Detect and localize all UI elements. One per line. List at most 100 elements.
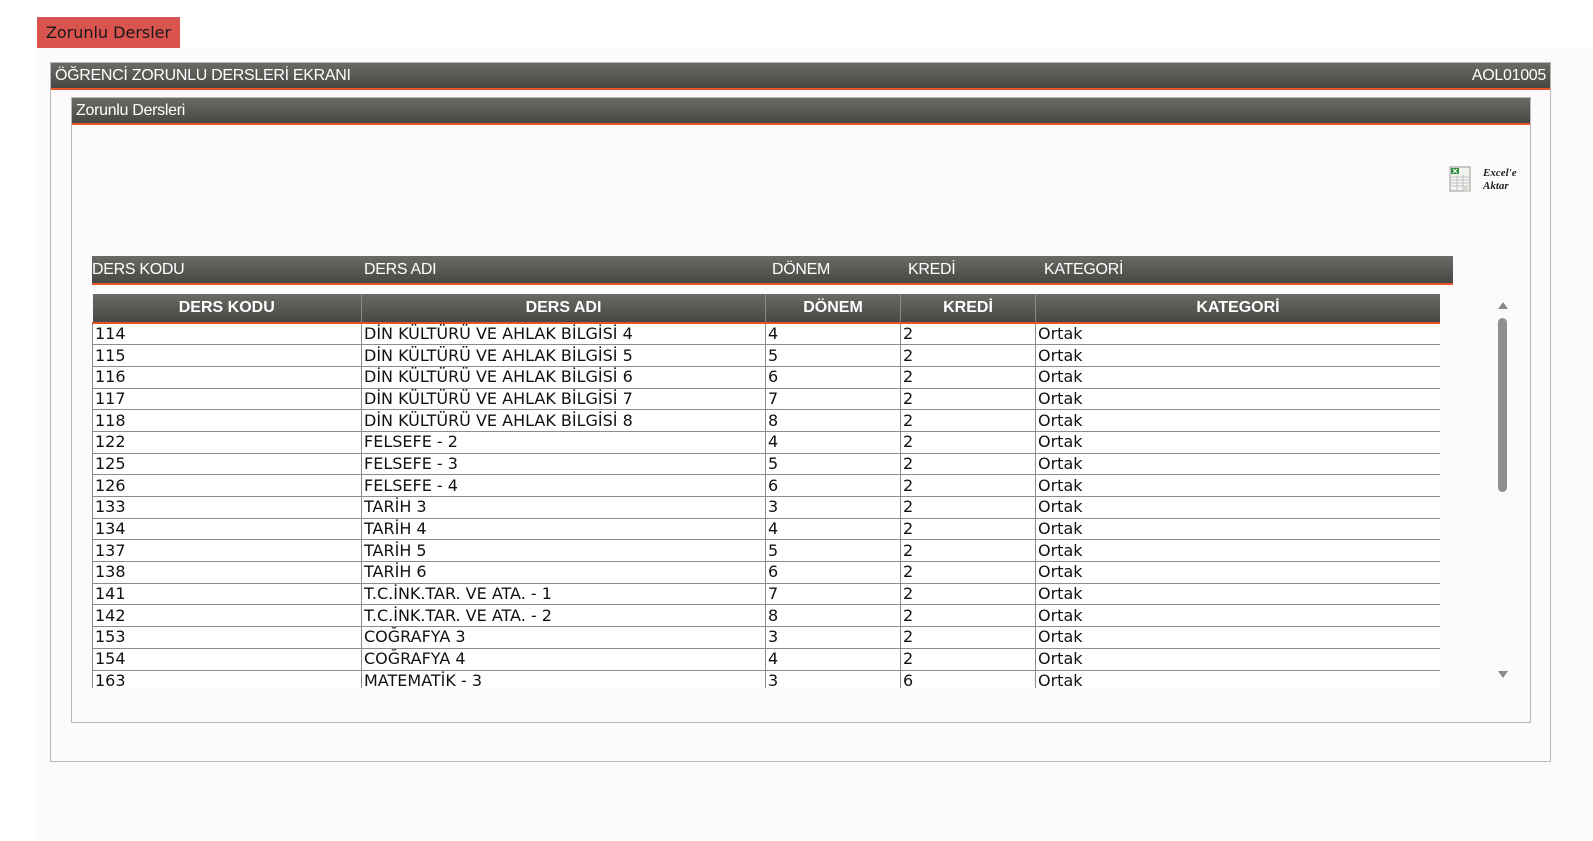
cell-ders-adi: DİN KÜLTÜRÜ VE AHLAK BİLGİSİ 5 (361, 344, 766, 367)
cell-ders-kodu: 133 (92, 496, 362, 519)
cell-ders-kodu: 114 (92, 323, 362, 346)
cell-ders-adi: DİN KÜLTÜRÜ VE AHLAK BİLGİSİ 6 (361, 366, 766, 389)
cell-ders-adi: FELSEFE - 4 (361, 474, 766, 497)
cell-donem: 7 (765, 388, 901, 411)
cell-donem: 3 (765, 626, 901, 649)
cell-kredi: 2 (900, 366, 1036, 389)
cell-ders-adi: TARİH 6 (361, 561, 766, 584)
cell-ders-kodu: 142 (92, 604, 362, 628)
table-row[interactable]: 163 MATEMATİK - 3 3 6 Ortak (92, 670, 1440, 688)
cell-kategori: Ortak (1035, 583, 1440, 606)
cell-kredi: 2 (900, 409, 1036, 432)
cell-kredi: 2 (900, 604, 1036, 628)
zorunlu-dersler-tab[interactable]: Zorunlu Dersler (37, 17, 180, 48)
header-kredi[interactable]: KREDİ (900, 294, 1036, 324)
table-row[interactable]: 114 DİN KÜLTÜRÜ VE AHLAK BİLGİSİ 4 4 2 Ortak (92, 323, 1440, 346)
cell-kredi: 2 (900, 539, 1036, 563)
cell-kategori: Ortak (1035, 604, 1440, 628)
table-row[interactable]: 126 FELSEFE - 4 6 2 Ortak (92, 474, 1440, 497)
grid-scrollbar[interactable] (1492, 296, 1514, 686)
cell-kredi: 2 (900, 583, 1036, 606)
courses-grid: DERS KODU DERS ADI DÖNEM KREDİ KATEGORİ … (92, 294, 1440, 688)
inner-panel-title: Zorunlu Dersleri (76, 102, 186, 119)
inner-panel: Zorunlu Dersleri Excel'e Aktar DERS KODU… (71, 97, 1531, 723)
cell-ders-kodu: 117 (92, 388, 362, 411)
column-bar-ders-kodu[interactable]: DERS KODU (92, 256, 185, 283)
cell-donem: 6 (765, 561, 901, 584)
cell-kredi: 2 (900, 474, 1036, 497)
cell-kredi: 2 (900, 561, 1036, 584)
cell-kredi: 2 (900, 648, 1036, 671)
column-bar-kategori[interactable]: KATEGORİ (1044, 256, 1123, 283)
cell-kategori: Ortak (1035, 388, 1440, 411)
table-row[interactable]: 142 T.C.İNK.TAR. VE ATA. - 2 8 2 Ortak (92, 604, 1440, 628)
cell-kategori: Ortak (1035, 366, 1440, 389)
cell-kredi: 2 (900, 323, 1036, 346)
header-ders-kodu[interactable]: DERS KODU (92, 294, 362, 324)
cell-ders-adi: TARİH 4 (361, 518, 766, 541)
cell-kategori: Ortak (1035, 431, 1440, 454)
cell-kategori: Ortak (1035, 344, 1440, 367)
table-row[interactable]: 116 DİN KÜLTÜRÜ VE AHLAK BİLGİSİ 6 6 2 Ortak (92, 366, 1440, 389)
cell-kredi: 2 (900, 431, 1036, 454)
excel-export-label: Excel'e Aktar (1483, 167, 1517, 192)
table-row[interactable]: 118 DİN KÜLTÜRÜ VE AHLAK BİLGİSİ 8 8 2 Ortak (92, 409, 1440, 432)
header-kategori[interactable]: KATEGORİ (1035, 294, 1440, 324)
cell-kredi: 2 (900, 518, 1036, 541)
cell-donem: 5 (765, 539, 901, 563)
cell-donem: 3 (765, 670, 901, 688)
cell-kategori: Ortak (1035, 670, 1440, 688)
table-row[interactable]: 141 T.C.İNK.TAR. VE ATA. - 1 7 2 Ortak (92, 583, 1440, 606)
cell-ders-adi: COĞRAFYA 3 (361, 626, 766, 649)
screen-code: AOL01005 (1471, 67, 1546, 84)
cell-ders-adi: FELSEFE - 3 (361, 453, 766, 476)
cell-kredi: 2 (900, 388, 1036, 411)
table-row[interactable]: 133 TARİH 3 3 2 Ortak (92, 496, 1440, 519)
cell-ders-kodu: 154 (92, 648, 362, 671)
header-donem[interactable]: DÖNEM (765, 294, 901, 324)
header-ders-adi[interactable]: DERS ADI (361, 294, 766, 324)
table-row[interactable]: 125 FELSEFE - 3 5 2 Ortak (92, 453, 1440, 476)
cell-ders-adi: MATEMATİK - 3 (361, 670, 766, 688)
table-row[interactable]: 137 TARİH 5 5 2 Ortak (92, 539, 1440, 563)
cell-ders-kodu: 138 (92, 561, 362, 584)
cell-kategori: Ortak (1035, 626, 1440, 649)
table-row[interactable]: 138 TARİH 6 6 2 Ortak (92, 561, 1440, 584)
cell-ders-kodu: 118 (92, 409, 362, 432)
cell-donem: 8 (765, 409, 901, 432)
cell-donem: 6 (765, 474, 901, 497)
cell-ders-kodu: 141 (92, 583, 362, 606)
scroll-up-arrow-icon[interactable] (1498, 302, 1508, 309)
cell-kategori: Ortak (1035, 323, 1440, 346)
cell-kategori: Ortak (1035, 496, 1440, 519)
cell-donem: 4 (765, 323, 901, 346)
table-row[interactable]: 154 COĞRAFYA 4 4 2 Ortak (92, 648, 1440, 671)
cell-ders-kodu: 153 (92, 626, 362, 649)
table-row[interactable]: 134 TARİH 4 4 2 Ortak (92, 518, 1440, 541)
table-row[interactable]: 117 DİN KÜLTÜRÜ VE AHLAK BİLGİSİ 7 7 2 Ortak (92, 388, 1440, 411)
column-bar-ders-adi[interactable]: DERS ADI (364, 256, 437, 283)
cell-ders-adi: DİN KÜLTÜRÜ VE AHLAK BİLGİSİ 8 (361, 409, 766, 432)
cell-ders-kodu: 116 (92, 366, 362, 389)
table-row[interactable]: 115 DİN KÜLTÜRÜ VE AHLAK BİLGİSİ 5 5 2 Ortak (92, 344, 1440, 367)
table-row[interactable]: 122 FELSEFE - 2 4 2 Ortak (92, 431, 1440, 454)
cell-kredi: 2 (900, 626, 1036, 649)
cell-kategori: Ortak (1035, 474, 1440, 497)
cell-ders-adi: TARİH 5 (361, 539, 766, 563)
cell-kategori: Ortak (1035, 648, 1440, 671)
column-bar-kredi[interactable]: KREDİ (908, 256, 956, 283)
column-selector-bar: DERS KODU DERS ADI DÖNEM KREDİ KATEGORİ (92, 256, 1453, 285)
cell-donem: 8 (765, 604, 901, 628)
scrollbar-thumb[interactable] (1498, 318, 1507, 492)
table-header-row: DERS KODU DERS ADI DÖNEM KREDİ KATEGORİ (92, 294, 1440, 324)
column-bar-donem[interactable]: DÖNEM (772, 256, 830, 283)
excel-export-button[interactable]: Excel'e Aktar (1449, 166, 1529, 196)
table-row[interactable]: 153 COĞRAFYA 3 3 2 Ortak (92, 626, 1440, 649)
cell-ders-kodu: 126 (92, 474, 362, 497)
scroll-down-arrow-icon[interactable] (1498, 671, 1508, 678)
cell-donem: 4 (765, 431, 901, 454)
cell-kategori: Ortak (1035, 561, 1440, 584)
cell-kredi: 2 (900, 344, 1036, 367)
cell-donem: 5 (765, 344, 901, 367)
cell-ders-adi: TARİH 3 (361, 496, 766, 519)
